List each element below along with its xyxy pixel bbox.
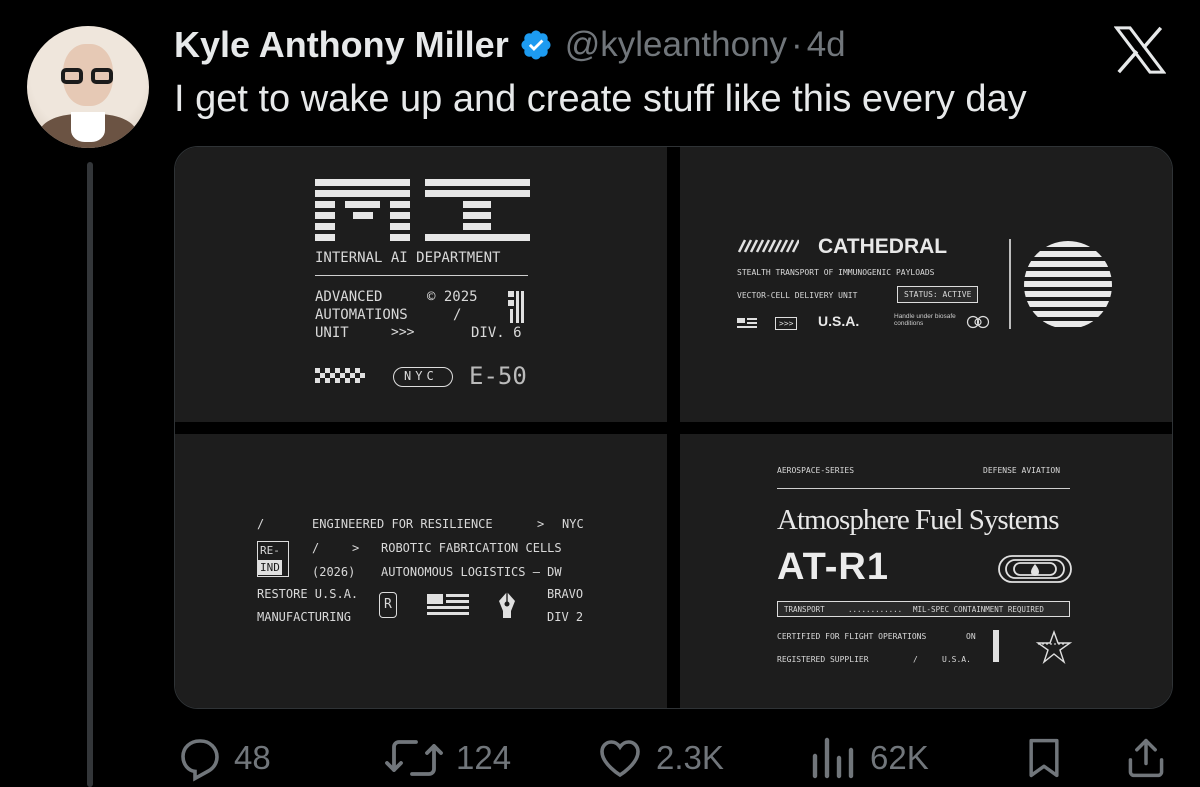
cathedral-sub2: VECTOR-CELL DELIVERY UNIT — [737, 291, 858, 300]
model-text: AT-R1 — [777, 546, 889, 588]
hatch-pattern-icon — [737, 239, 799, 253]
flag-icon — [737, 318, 757, 328]
star-icon — [1035, 630, 1073, 664]
media-panel-cathedral[interactable]: CATHEDRAL STEALTH TRANSPORT OF IMMUNOGEN… — [680, 147, 1172, 422]
like-icon — [600, 740, 640, 778]
transport-bar: TRANSPORT ............ MIL-SPEC CONTAINM… — [777, 601, 1070, 617]
tweet-action-bar: 48 124 2.3K 62K — [174, 730, 1174, 786]
media-panel-reind[interactable]: / ENGINEERED FOR RESILIENCE > NYC RE- IN… — [175, 434, 667, 708]
mi-logo-graphic — [315, 179, 530, 241]
x-logo-icon[interactable] — [1114, 26, 1166, 74]
div2-text: DIV 2 — [547, 610, 584, 624]
nyc-badge: NYC — [393, 367, 453, 387]
registered-text: R — [384, 597, 392, 612]
line-advanced: ADVANCED — [315, 289, 383, 305]
like-count: 2.3K — [656, 739, 724, 776]
tweet-text: I get to wake up and create stuff like t… — [174, 78, 1027, 120]
transport-dots: ............ — [848, 605, 903, 614]
striped-globe-icon — [1024, 241, 1112, 327]
supplier-text: REGISTERED SUPPLIER — [777, 655, 869, 664]
share-icon — [1128, 738, 1164, 778]
cathedral-sub1: STEALTH TRANSPORT OF IMMUNOGENIC PAYLOAD… — [737, 268, 935, 277]
atmosphere-title: Atmosphere Fuel Systems — [777, 504, 1059, 536]
slash-text: / — [913, 655, 918, 664]
gt-1: > — [537, 517, 545, 531]
like-button[interactable]: 2.3K — [594, 730, 724, 786]
engineered-text: ENGINEERED FOR RESILIENCE — [312, 517, 493, 531]
arrows-badge: >>> — [775, 317, 798, 330]
country-text: U.S.A. — [818, 313, 860, 329]
bookmark-icon — [1029, 738, 1059, 778]
aerospace-series: AEROSPACE-SERIES — [777, 466, 855, 475]
robotic-text: ROBOTIC FABRICATION CELLS — [381, 541, 562, 555]
restore-text: RESTORE U.S.A. — [257, 587, 359, 601]
tweet-age[interactable]: 4d — [807, 25, 846, 65]
repost-button[interactable]: 124 — [382, 730, 511, 786]
barcode-icon — [508, 291, 524, 323]
usa-text: U.S.A. — [942, 655, 971, 664]
repost-icon — [385, 740, 443, 776]
thread-line — [87, 162, 93, 787]
share-button[interactable] — [1124, 730, 1178, 786]
milspec-label: MIL-SPEC CONTAINMENT REQUIRED — [913, 605, 1044, 614]
registered-badge: R — [379, 592, 397, 618]
code-e50: E-50 — [469, 362, 527, 390]
department-label: INTERNAL AI DEPARTMENT — [315, 250, 501, 266]
reind-badge-top: RE- — [260, 544, 280, 557]
line-unit: UNIT — [315, 325, 349, 341]
pen-nib-icon — [499, 592, 515, 618]
flag-icon — [427, 594, 469, 615]
avatar-collar — [71, 112, 105, 142]
divider — [315, 275, 528, 276]
meta-separator: · — [791, 25, 803, 64]
slash-2: / — [312, 541, 320, 555]
checker-pattern-icon — [315, 368, 365, 383]
author-handle[interactable]: @kyleanthony — [565, 25, 787, 65]
slash-text: / — [453, 307, 462, 323]
copyright-text: © 2025 — [427, 289, 478, 305]
nyc-text: NYC — [562, 517, 584, 531]
status-badge: STATUS: ACTIVE — [897, 286, 979, 303]
vertical-divider — [1009, 239, 1011, 329]
views-icon — [812, 737, 854, 779]
avatar-glasses — [61, 68, 115, 84]
arrows-text: >>> — [391, 325, 415, 340]
views-count: 62K — [870, 739, 929, 776]
reind-badge: RE- IND — [257, 541, 289, 577]
slash-1: / — [257, 517, 265, 531]
bookmark-button[interactable] — [1022, 730, 1076, 786]
repost-count: 124 — [456, 739, 512, 776]
vertical-bar — [993, 630, 999, 662]
tweet-media-grid[interactable]: INTERNAL AI DEPARTMENT ADVANCED © 2025 A… — [174, 146, 1173, 709]
reply-button[interactable]: 48 — [176, 730, 271, 786]
verified-badge-icon[interactable] — [519, 28, 553, 62]
cathedral-title: CATHEDRAL — [818, 235, 948, 258]
reply-icon — [181, 739, 219, 782]
media-panel-atmosphere[interactable]: AEROSPACE-SERIES DEFENSE AVIATION Atmosp… — [680, 434, 1172, 708]
author-name[interactable]: Kyle Anthony Miller — [174, 24, 509, 66]
bravo-text: BRAVO — [547, 587, 584, 601]
division-text: DIV. 6 — [471, 325, 522, 341]
certified-text: CERTIFIED FOR FLIGHT OPERATIONS — [777, 632, 927, 641]
autonomous-text: AUTONOMOUS LOGISTICS – DW — [381, 565, 562, 579]
line-automations: AUTOMATIONS — [315, 307, 408, 323]
reind-badge-bottom: IND — [258, 560, 282, 575]
manufacturing-text: MANUFACTURING — [257, 610, 351, 624]
reply-count: 48 — [234, 739, 271, 776]
transport-label: TRANSPORT — [784, 605, 825, 614]
capsule-droplet-icon — [998, 555, 1072, 583]
on-text: ON — [966, 632, 976, 641]
nyc-badge-text: NYC — [404, 369, 438, 383]
views-button[interactable]: 62K — [806, 730, 929, 786]
tweet-author-row: Kyle Anthony Miller @kyleanthony · 4d — [174, 20, 846, 70]
year-text: (2026) — [312, 565, 356, 579]
defense-aviation: DEFENSE AVIATION — [983, 466, 1061, 475]
gt-2: > — [352, 541, 360, 555]
divider — [777, 488, 1070, 489]
author-avatar[interactable] — [27, 26, 149, 148]
handle-note: Handle under biosafe conditions — [894, 313, 956, 327]
media-panel-ai-department[interactable]: INTERNAL AI DEPARTMENT ADVANCED © 2025 A… — [175, 147, 667, 422]
biosafe-icon — [966, 315, 990, 329]
